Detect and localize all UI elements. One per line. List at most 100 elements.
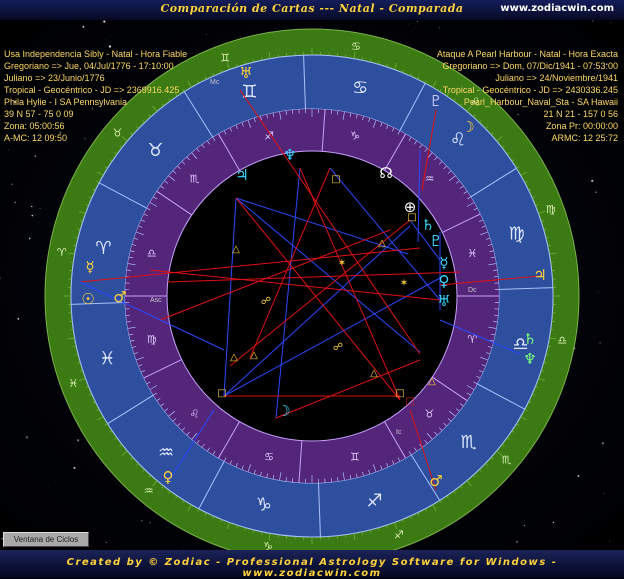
outer-sign-glyph: ♋	[351, 40, 361, 53]
house-sign-glyph: ♋	[264, 450, 274, 463]
star	[524, 525, 525, 526]
chart2-line: ARMC: 12 25:72	[437, 132, 618, 144]
star	[35, 155, 37, 157]
outer-sign-glyph: ♎	[557, 334, 567, 347]
zodiac-sign-glyph: ♋	[352, 77, 368, 98]
chart2-line: Gregoriano => Dom, 07/Dic/1941 - 07:53:0…	[437, 60, 618, 72]
chart1-line: Juliano => 23/Junio/1776	[4, 72, 187, 84]
zodiac-sign-glyph: ♒	[158, 443, 174, 464]
star	[577, 475, 579, 477]
aspect-symbol: △	[232, 244, 240, 255]
house-sign-glyph: ♊	[350, 450, 360, 463]
chart-stage: ♈♉♊♋♌♍♎♏♐♑♒♓ ♎♈♏♉♐♊♑♋♒♌♓♍♈♎♉♏♊♐♋♑♌♒♍♓	[0, 20, 624, 550]
aspect-symbol: △	[370, 368, 378, 379]
star	[592, 20, 593, 21]
star	[417, 21, 418, 22]
house-sign-glyph: ♎	[147, 247, 157, 260]
outer-planet-jupiter: ♃	[533, 266, 546, 284]
outer-planet-saturn: ♄	[523, 330, 536, 348]
zodiac-sign-glyph: ♐	[366, 491, 382, 512]
cycles-window-button[interactable]: Ventana de Ciclos	[3, 532, 89, 547]
star	[408, 24, 409, 25]
inner-planet-neptune: ♆	[283, 146, 296, 164]
chart2-line: Zona Pr: 00:00:00	[437, 120, 618, 132]
aspect-symbol: □	[331, 174, 340, 185]
chart2-line: Tropical - Geocéntrico - JD => 2430336.2…	[437, 84, 618, 96]
star	[8, 150, 9, 151]
outer-planet-sun: ☉	[81, 290, 94, 308]
chart1-line: A-MC: 12 09:50	[4, 132, 187, 144]
chart1-line: Usa Independencia Sibly - Natal - Hora F…	[4, 48, 187, 60]
star	[611, 22, 612, 23]
aspect-symbol: △	[250, 350, 258, 361]
house-sign-glyph: ♍	[147, 333, 157, 346]
star	[600, 342, 601, 343]
aspect-symbol: ☍	[261, 296, 271, 307]
outer-sign-glyph: ♐	[394, 529, 404, 542]
footer-bar: Created by © Zodiac - Professional Astro…	[0, 550, 624, 578]
aspect-symbol: □	[405, 396, 414, 407]
star	[609, 541, 610, 542]
aspect-symbol: △	[428, 376, 436, 387]
house-sign-glyph: ♓	[467, 247, 477, 260]
star	[602, 442, 604, 444]
zodiac-sign-glyph: ♏	[460, 432, 476, 453]
aspect-symbol: ✶	[400, 278, 408, 289]
label-dc: Dc	[468, 287, 477, 294]
inner-planet-moon: ☽	[277, 402, 290, 420]
star	[15, 202, 17, 204]
chart2-line: Ataque A Pearl Harbour - Natal - Hora Ex…	[437, 48, 618, 60]
inner-planet-jupiter: ♃	[235, 166, 248, 184]
zodiac-sign-glyph: ♊	[241, 81, 257, 102]
zodiac-sign-glyph: ♈	[95, 238, 111, 259]
zodiac-sign-glyph: ♑	[256, 495, 272, 516]
star	[82, 26, 84, 28]
star	[439, 27, 440, 28]
outer-sign-glyph: ♈	[57, 246, 67, 259]
label-ic: Ic	[396, 429, 402, 436]
outer-sign-glyph: ♊	[220, 51, 230, 64]
aspect-symbol: △	[378, 238, 386, 249]
aspect-symbol: ✶	[338, 258, 346, 269]
star	[31, 206, 32, 207]
house-sign-glyph: ♒	[424, 173, 434, 186]
outer-sign-glyph: ♓	[68, 377, 78, 390]
star	[604, 493, 605, 494]
star	[11, 183, 13, 185]
star	[73, 467, 75, 469]
inner-planet-uranus: ♅	[437, 292, 450, 310]
star	[553, 522, 554, 523]
inner-node: ☊	[379, 164, 392, 182]
star	[26, 436, 28, 438]
star	[141, 520, 142, 521]
star	[598, 292, 599, 293]
outer-planet-neptune: ♆	[523, 350, 536, 368]
outer-planet-mercury: ☿	[85, 258, 94, 276]
star	[591, 180, 593, 182]
chart2-line: 21 N 21 - 157 0 56	[437, 108, 618, 120]
star	[39, 208, 40, 209]
chart1-line: 39 N 57 - 75 0 09	[4, 108, 187, 120]
star	[166, 527, 167, 528]
inner-planet-mercury: ☿	[439, 254, 448, 272]
chart2-line: Pearl_Harbour_Naval_Sta - SA Hawaii	[437, 96, 618, 108]
chart1-info: Usa Independencia Sibly - Natal - Hora F…	[4, 48, 187, 144]
footer-credit: Created by © Zodiac - Professional Astro…	[0, 557, 624, 579]
title-bar: Comparación de Cartas --- Natal - Compar…	[0, 0, 624, 21]
chart1-line: Gregoriano => Jue, 04/Jul/1776 - 17:10:0…	[4, 60, 187, 72]
chart2-line: Juliano => 24/Noviembre/1941	[437, 72, 618, 84]
house-sign-glyph: ♐	[264, 130, 274, 143]
star	[206, 34, 207, 35]
zodiac-sign-glyph: ♍	[509, 223, 525, 244]
zodiac-sign-glyph: ♓	[99, 349, 115, 370]
website-label: www.zodiacwin.com	[500, 3, 614, 14]
label-asc: Asc	[150, 297, 162, 304]
chart1-line: Zona: 05:00:56	[4, 120, 187, 132]
house-sign-glyph: ♉	[424, 407, 434, 420]
aspect-symbol: ☍	[333, 342, 343, 353]
label-mc: Mc	[210, 79, 220, 86]
inner-planet-venus: ♀	[439, 272, 450, 290]
house-sign-glyph: ♏	[190, 173, 200, 186]
star	[29, 238, 31, 240]
star	[32, 215, 33, 216]
